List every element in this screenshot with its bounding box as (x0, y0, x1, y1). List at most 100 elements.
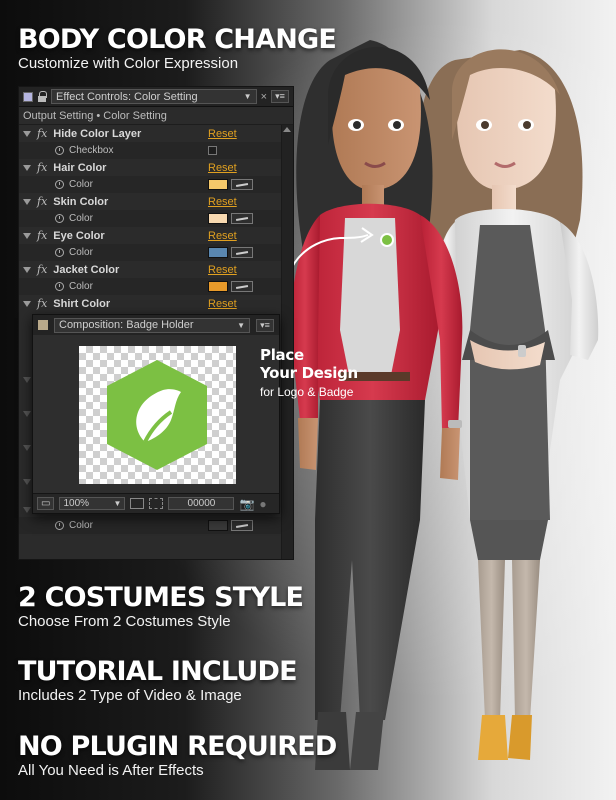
disclosure-triangle-icon[interactable] (23, 445, 31, 451)
effect-row-shirt-color[interactable]: fx Shirt Color Reset (19, 295, 293, 312)
stopwatch-icon[interactable] (55, 214, 64, 223)
composition-footer: ▭ 100% ▼ 00000 📷 ● (33, 493, 279, 513)
hero-subtitle: Customize with Color Expression (18, 55, 239, 72)
timecode-field[interactable]: 00000 (168, 497, 235, 510)
stopwatch-icon[interactable] (55, 521, 64, 530)
fx-icon[interactable]: fx (37, 161, 47, 174)
hide-color-checkbox[interactable] (208, 146, 217, 155)
feature-title: 2 COSTUMES STYLE (18, 582, 304, 613)
grid-icon[interactable] (130, 498, 145, 509)
place-line2: Your Design (260, 364, 358, 382)
scrollbar[interactable] (281, 125, 293, 559)
breadcrumb: Output Setting • Color Setting (19, 107, 293, 125)
disclosure-triangle-icon[interactable] (23, 507, 31, 513)
reset-link[interactable]: Reset (208, 128, 237, 140)
camera-icon[interactable]: 📷 (239, 497, 254, 511)
property-name: Color (69, 520, 93, 531)
effect-name: Shirt Color (53, 297, 111, 310)
property-row-color: Color (19, 210, 293, 227)
effect-row-jacket-color[interactable]: fx Jacket Color Reset (19, 261, 293, 278)
skin-color-swatch[interactable] (208, 213, 228, 224)
fx-icon[interactable]: fx (37, 195, 47, 208)
feature-title: NO PLUGIN REQUIRED (18, 731, 337, 762)
region-icon[interactable]: ▭ (37, 497, 55, 510)
effect-row-hide-color-layer[interactable]: fx Hide Color Layer Reset (19, 125, 293, 142)
zoom-dropdown[interactable]: 100% ▼ (59, 497, 126, 510)
fx-icon[interactable]: fx (37, 229, 47, 242)
effect-controls-titlebar: Effect Controls: Color Setting ▼ × ▾≡ (19, 87, 293, 107)
eyedropper-icon[interactable] (231, 179, 253, 190)
disclosure-triangle-icon[interactable] (23, 266, 31, 273)
reset-link[interactable]: Reset (208, 298, 237, 310)
reset-link[interactable]: Reset (208, 196, 237, 208)
panel-menu-icon[interactable]: ▾≡ (271, 90, 289, 103)
composition-titlebar: Composition: Badge Holder ▼ ▾≡ (33, 315, 279, 335)
eyedropper-icon[interactable] (231, 247, 253, 258)
feature-subtitle: Includes 2 Type of Video & Image (18, 687, 242, 704)
composition-panel: Composition: Badge Holder ▼ ▾≡ ▭ 100% ▼ … (32, 314, 280, 514)
effects-list: fx Hide Color Layer Reset Checkbox fx Ha… (19, 125, 293, 312)
disclosure-triangle-icon[interactable] (23, 130, 31, 137)
fx-icon[interactable]: fx (37, 297, 47, 310)
property-name: Color (69, 213, 93, 224)
composition-color-icon (38, 320, 48, 330)
hero-title: BODY COLOR CHANGE (18, 24, 337, 55)
lock-icon[interactable] (37, 90, 47, 103)
property-row-checkbox: Checkbox (19, 142, 293, 159)
property-name: Color (69, 179, 93, 190)
property-row-color: Color (19, 517, 281, 534)
color-swatch[interactable] (208, 520, 228, 531)
zoom-value: 100% (63, 498, 90, 509)
property-row-color: Color (19, 176, 293, 193)
effect-row-hair-color[interactable]: fx Hair Color Reset (19, 159, 293, 176)
reset-link[interactable]: Reset (208, 162, 237, 174)
eyedropper-icon[interactable] (231, 281, 253, 292)
disclosure-triangle-icon[interactable] (23, 377, 31, 383)
feature-no-plugin: NO PLUGIN REQUIRED All You Need is After… (18, 733, 337, 779)
effect-row-skin-color[interactable]: fx Skin Color Reset (19, 193, 293, 210)
fx-icon[interactable]: fx (37, 127, 47, 140)
effect-name: Skin Color (53, 195, 109, 208)
composition-viewer[interactable] (79, 346, 236, 484)
mask-boundary-icon[interactable] (149, 498, 164, 509)
feature-title: TUTORIAL INCLUDE (18, 656, 298, 687)
property-name: Checkbox (69, 145, 114, 156)
place-line1: Place (260, 346, 304, 364)
stopwatch-icon[interactable] (55, 282, 64, 291)
stopwatch-icon[interactable] (55, 248, 64, 257)
reset-link[interactable]: Reset (208, 264, 237, 276)
property-row-color: Color (19, 244, 293, 261)
fx-icon[interactable]: fx (37, 263, 47, 276)
reset-link[interactable]: Reset (208, 230, 237, 242)
disclosure-triangle-icon[interactable] (23, 164, 31, 171)
property-name: Color (69, 281, 93, 292)
chevron-down-icon: ▼ (113, 499, 122, 508)
close-icon[interactable]: × (261, 91, 267, 103)
eyedropper-icon[interactable] (231, 520, 253, 531)
effect-controls-tab-dropdown[interactable]: Effect Controls: Color Setting ▼ (51, 89, 257, 104)
stopwatch-icon[interactable] (55, 146, 64, 155)
hair-color-swatch[interactable] (208, 179, 228, 190)
hero-heading: BODY COLOR CHANGE Customize with Color E… (18, 24, 337, 72)
feature-costumes: 2 COSTUMES STYLE Choose From 2 Costumes … (18, 582, 304, 630)
composition-tab-dropdown[interactable]: Composition: Badge Holder ▼ (54, 317, 250, 333)
jacket-color-swatch[interactable] (208, 281, 228, 292)
effect-row-eye-color[interactable]: fx Eye Color Reset (19, 227, 293, 244)
effect-name: Eye Color (53, 229, 105, 242)
panel-color-icon (23, 91, 33, 102)
disclosure-triangle-icon[interactable] (23, 479, 31, 485)
chevron-down-icon: ▼ (237, 320, 245, 330)
feature-subtitle: All You Need is After Effects (18, 762, 204, 779)
stopwatch-icon[interactable] (55, 180, 64, 189)
disclosure-triangle-icon[interactable] (23, 411, 31, 417)
place-design-label: Place Your Design for Logo & Badge (260, 346, 358, 399)
user-icon[interactable]: ● (259, 497, 266, 511)
panel-menu-icon[interactable]: ▾≡ (256, 318, 274, 332)
effect-name: Jacket Color (53, 263, 120, 276)
disclosure-triangle-icon[interactable] (23, 300, 31, 307)
disclosure-triangle-icon[interactable] (23, 232, 31, 239)
eye-color-swatch[interactable] (208, 247, 228, 258)
scroll-up-icon[interactable] (283, 127, 291, 132)
eyedropper-icon[interactable] (231, 213, 253, 224)
disclosure-triangle-icon[interactable] (23, 198, 31, 205)
